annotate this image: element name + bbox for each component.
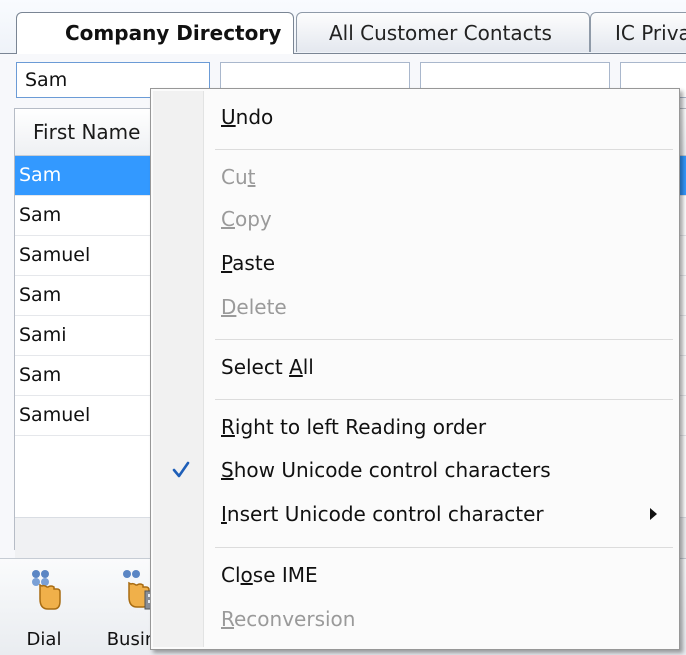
menu-item-delete-label: Delete xyxy=(221,295,287,319)
menu-item-close-ime-label: Close IME xyxy=(221,563,318,587)
edit-context-menu: Undo Cut Copy Paste Delete Select All Ri… xyxy=(150,88,680,650)
dial-button[interactable]: Dial xyxy=(16,565,72,651)
menu-item-reconversion[interactable]: Reconversion xyxy=(153,599,677,639)
menu-item-undo-label: Undo xyxy=(221,105,274,129)
menu-item-insert-unicode-label: Insert Unicode control character xyxy=(221,502,544,526)
menu-separator xyxy=(215,547,673,548)
menu-item-copy-label: Copy xyxy=(221,207,272,231)
menu-item-rtl-label: Right to left Reading order xyxy=(221,415,487,439)
menu-item-show-unicode-label: Show Unicode control characters xyxy=(221,458,551,482)
menu-item-undo[interactable]: Undo xyxy=(153,97,677,137)
checkmark-icon xyxy=(172,461,190,478)
column-header-first-name[interactable]: First Name xyxy=(33,109,140,155)
menu-item-paste[interactable]: Paste xyxy=(153,243,677,283)
menu-item-rtl-reading-order[interactable]: Right to left Reading order xyxy=(153,407,677,447)
submenu-arrow-icon xyxy=(650,508,657,520)
phone-hand-icon xyxy=(32,570,61,610)
menu-item-insert-unicode[interactable]: Insert Unicode control character xyxy=(153,494,677,534)
dial-label: Dial xyxy=(26,629,62,650)
menu-item-reconversion-label: Reconversion xyxy=(221,607,356,631)
tab-ic-private[interactable]: IC Priva xyxy=(590,12,686,52)
menu-item-show-unicode[interactable]: Show Unicode control characters xyxy=(153,450,677,490)
menu-separator xyxy=(215,339,673,340)
menu-item-select-all-label: Select All xyxy=(221,355,314,379)
menu-item-delete[interactable]: Delete xyxy=(153,287,677,327)
app-window: Company Directory All Customer Contacts … xyxy=(0,0,686,655)
tab-company-directory[interactable]: Company Directory xyxy=(16,12,294,54)
menu-item-close-ime[interactable]: Close IME xyxy=(153,555,677,595)
menu-item-cut-label: Cut xyxy=(221,165,256,189)
menu-item-select-all[interactable]: Select All xyxy=(153,347,677,387)
tab-strip: Company Directory All Customer Contacts … xyxy=(0,0,686,56)
menu-item-copy[interactable]: Copy xyxy=(153,199,677,239)
menu-item-cut[interactable]: Cut xyxy=(153,157,677,197)
menu-separator xyxy=(215,149,673,150)
tab-all-customer-contacts[interactable]: All Customer Contacts xyxy=(296,12,590,52)
menu-separator xyxy=(215,399,673,400)
menu-item-paste-label: Paste xyxy=(221,251,275,275)
